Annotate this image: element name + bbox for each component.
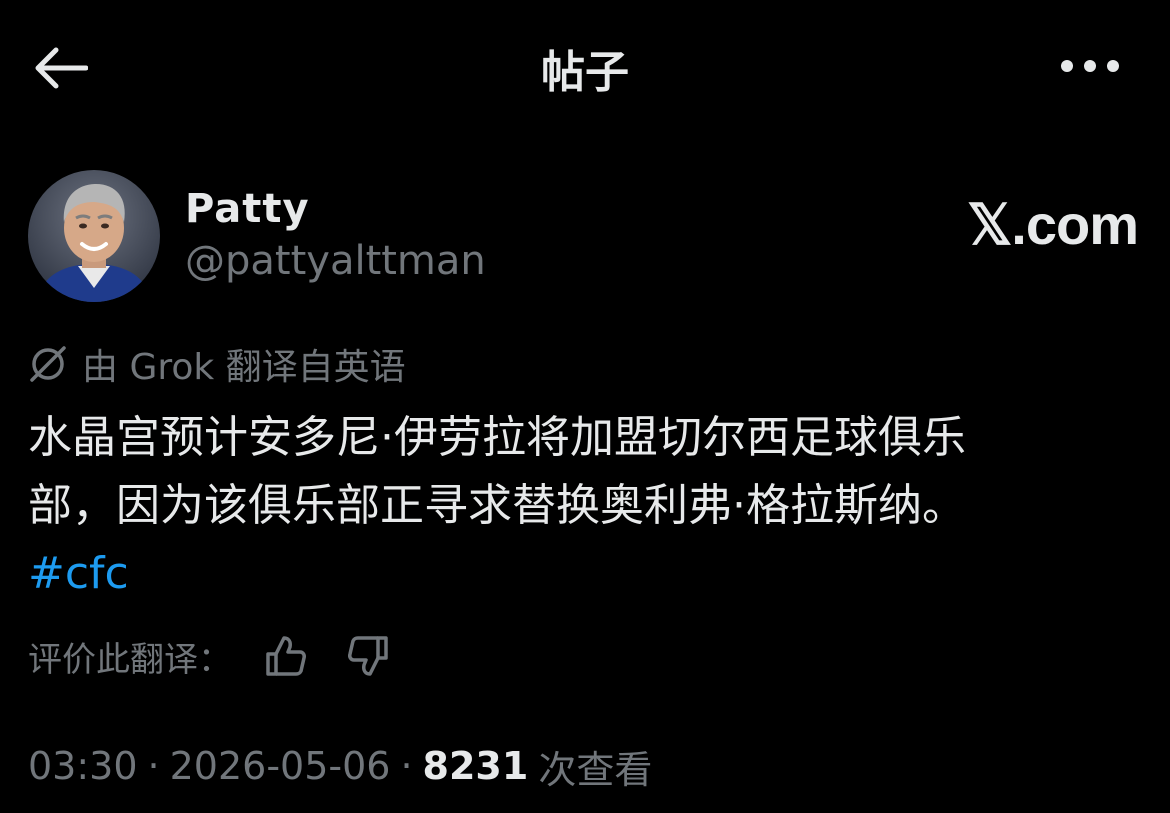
more-horizontal-icon — [1061, 60, 1119, 72]
arrow-left-icon — [35, 47, 88, 89]
x-com-logo: 𝕏.com — [967, 193, 1139, 256]
page-title: 帖子 — [541, 47, 629, 98]
profile-avatar-image — [28, 170, 160, 302]
more-options-button[interactable] — [1054, 40, 1126, 92]
meta-separator: · — [400, 744, 413, 788]
thumbs-down-icon — [348, 636, 388, 676]
post-text-line-2: 部，因为该俱乐部正寻求替换奥利弗·格拉斯纳。 — [28, 480, 966, 531]
post-time[interactable]: 03:30 — [28, 744, 138, 788]
author-handle[interactable]: @pattyalttman — [185, 238, 486, 284]
hashtag-link[interactable]: #cfc — [28, 540, 1148, 608]
grok-icon — [30, 346, 66, 382]
views-label: 次查看 — [538, 747, 653, 792]
translation-note: 由 Grok 翻译自英语 — [28, 340, 406, 388]
translation-note-text: 由 Grok 翻译自英语 — [82, 347, 406, 388]
post-date[interactable]: 2026-05-06 — [170, 744, 391, 788]
post-text-line-1: 水晶宫预计安多尼·伊劳拉将加盟切尔西足球俱乐 — [28, 412, 966, 463]
post-meta: 03:30 · 2026-05-06 · 8231 次查看 — [28, 738, 652, 794]
rate-translation-row: 评价此翻译： — [28, 630, 394, 682]
meta-separator: · — [147, 744, 160, 788]
post-text: 水晶宫预计安多尼·伊劳拉将加盟切尔西足球俱乐 部，因为该俱乐部正寻求替换奥利弗·… — [28, 404, 1148, 608]
rate-translation-label: 评价此翻译： — [28, 639, 232, 680]
author-display-name[interactable]: Patty — [185, 186, 310, 232]
views-count[interactable]: 8231 — [423, 744, 529, 788]
avatar[interactable] — [28, 170, 160, 302]
back-button[interactable] — [28, 40, 92, 96]
post-author: Patty @pattyalttman 𝕏.com — [28, 170, 1139, 302]
top-bar: 帖子 — [0, 0, 1170, 130]
thumbs-down-button[interactable] — [342, 630, 394, 682]
thumbs-up-button[interactable] — [260, 630, 312, 682]
thumbs-up-icon — [266, 636, 306, 676]
